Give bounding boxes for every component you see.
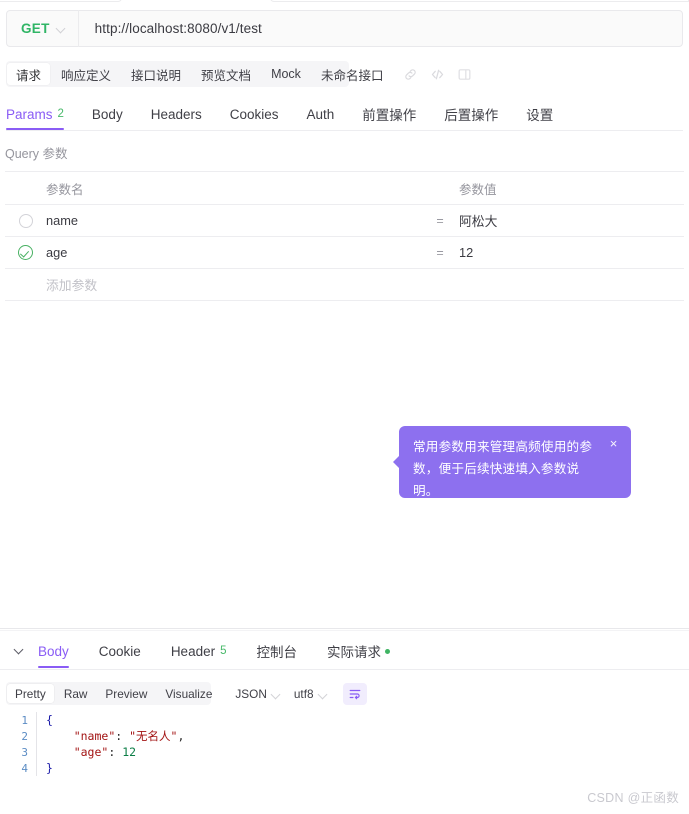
table-row[interactable]: name = 阿松大 <box>5 205 684 237</box>
code-text: "age": 12 <box>73 745 137 759</box>
query-params-title: Query 参数 <box>5 147 68 161</box>
response-tab-active-indicator <box>38 666 69 668</box>
chevron-down-icon[interactable] <box>8 634 28 668</box>
equals-sign: = <box>436 213 444 228</box>
request-section-tabs: Params 2 Body Headers Cookies Auth 前置操作 … <box>6 98 683 131</box>
param-value-input[interactable]: 12 <box>451 245 684 260</box>
doc-tab-unnamed-api[interactable]: 未命名接口 <box>312 63 393 85</box>
response-tab-header[interactable]: Header 5 <box>171 634 227 668</box>
code-line: 3 "age": 12 <box>6 744 683 760</box>
response-tab-actual-request[interactable]: 实际请求 <box>327 634 390 668</box>
param-name-input[interactable]: age <box>46 245 429 260</box>
chevron-down-icon <box>57 24 66 33</box>
code-line: 1 { <box>6 712 683 728</box>
tab-params-count: 2 <box>57 108 64 120</box>
tooltip-text: 常用参数用来管理高频使用的参数，便于后续快速填入参数说明。 <box>413 440 593 498</box>
common-params-tooltip: 常用参数用来管理高频使用的参数，便于后续快速填入参数说明。 × <box>393 426 631 498</box>
tab-params[interactable]: Params 2 <box>6 98 64 130</box>
response-tab-header-count: 5 <box>220 645 227 657</box>
line-number: 1 <box>21 713 28 727</box>
tab-cookies[interactable]: Cookies <box>230 98 279 130</box>
checkbox-unchecked-icon <box>18 213 33 228</box>
code-text: "name": "无名人", <box>73 729 185 743</box>
response-viewer-toolbar: Pretty Raw Preview Visualize JSON utf8 <box>6 682 367 705</box>
equals-sign: = <box>436 245 444 260</box>
encoding-select-value: utf8 <box>293 686 314 701</box>
tab-auth[interactable]: Auth <box>307 98 335 130</box>
table-row[interactable]: age = 12 <box>5 237 684 269</box>
line-number: 2 <box>21 729 28 743</box>
query-params-table: 参数名 参数值 name = 阿松大 age = 12 添加参数 <box>5 171 684 301</box>
status-dot <box>385 648 390 654</box>
response-tab-header-label: Header <box>170 643 216 659</box>
tab-pre-operation[interactable]: 前置操作 <box>362 98 416 130</box>
line-number: 4 <box>21 761 28 775</box>
close-icon[interactable]: × <box>607 437 620 450</box>
url-input[interactable]: http://localhost:8080/v1/test <box>79 21 262 36</box>
viewer-mode-raw[interactable]: Raw <box>56 684 96 703</box>
doc-tab-api-description[interactable]: 接口说明 <box>122 63 190 85</box>
doc-tab-mock[interactable]: Mock <box>262 63 310 85</box>
response-tab-body-label: Body <box>38 643 69 659</box>
encoding-select[interactable]: utf8 <box>294 687 327 701</box>
response-body-code[interactable]: 1 { 2 "name": "无名人", 3 "age": 12 4 } <box>6 712 683 808</box>
response-tab-console[interactable]: 控制台 <box>257 634 298 668</box>
doc-tab-response-definition[interactable]: 响应定义 <box>52 63 120 85</box>
code-line: 4 } <box>6 760 683 776</box>
panel-layout-icon[interactable] <box>457 67 472 82</box>
add-param-placeholder[interactable]: 添加参数 <box>46 275 429 294</box>
tab-settings[interactable]: 设置 <box>526 98 553 130</box>
response-tabs: Body Cookie Header 5 控制台 实际请求 <box>0 634 689 670</box>
tabs-divider <box>6 130 683 131</box>
doc-tab-preview-doc[interactable]: 预览文档 <box>192 63 260 85</box>
response-divider-shadow <box>0 630 689 631</box>
format-select[interactable]: JSON <box>235 687 279 701</box>
viewer-mode-visualize[interactable]: Visualize <box>157 684 220 703</box>
response-tab-actual-request-label: 实际请求 <box>327 645 381 660</box>
checkbox-checked-icon <box>18 245 33 260</box>
chevron-down-icon <box>319 690 327 698</box>
format-select-value: JSON <box>235 686 267 701</box>
response-divider <box>0 628 689 629</box>
response-tab-body[interactable]: Body <box>38 634 69 668</box>
request-url-bar: GET http://localhost:8080/v1/test <box>6 10 683 47</box>
http-method-selector[interactable]: GET <box>7 11 78 46</box>
row-checkbox-age[interactable] <box>5 245 46 260</box>
viewer-mode-preview[interactable]: Preview <box>97 684 155 703</box>
code-line: 2 "name": "无名人", <box>6 728 683 744</box>
top-cutoff-fragments <box>0 0 689 8</box>
tab-body[interactable]: Body <box>92 98 123 130</box>
cutoff-panel-right <box>270 0 689 2</box>
watermark: CSDN @正函数 <box>587 791 679 805</box>
link-icon[interactable] <box>403 67 418 82</box>
api-client-window: GET http://localhost:8080/v1/test 请求 响应定… <box>0 0 689 814</box>
column-header-name: 参数名 <box>46 182 84 197</box>
doc-tab-request[interactable]: 请求 <box>7 63 51 85</box>
text-wrap-icon[interactable] <box>342 682 367 705</box>
tab-params-label: Params <box>6 106 53 122</box>
doc-tool-icons <box>403 67 472 82</box>
chevron-down-icon <box>272 690 280 698</box>
code-text: { <box>46 713 53 727</box>
line-number: 3 <box>21 745 28 759</box>
param-name-input[interactable]: name <box>46 213 429 228</box>
tab-headers[interactable]: Headers <box>151 98 202 130</box>
column-header-value: 参数值 <box>459 182 497 197</box>
row-checkbox-name[interactable] <box>5 213 46 228</box>
http-method-label: GET <box>21 21 50 36</box>
cutoff-panel-left <box>0 0 122 2</box>
tab-post-operation[interactable]: 后置操作 <box>444 98 498 130</box>
add-param-row[interactable]: 添加参数 <box>5 269 684 301</box>
code-text: } <box>46 761 53 775</box>
viewer-mode-pretty[interactable]: Pretty <box>7 684 54 703</box>
response-tabs-divider <box>0 669 689 670</box>
document-tabs: 请求 响应定义 接口说明 预览文档 Mock 未命名接口 <box>6 61 472 87</box>
table-header-row: 参数名 参数值 <box>5 172 684 205</box>
code-icon[interactable] <box>430 67 445 82</box>
response-tab-cookie[interactable]: Cookie <box>99 634 141 668</box>
param-value-input[interactable]: 阿松大 <box>451 211 684 230</box>
